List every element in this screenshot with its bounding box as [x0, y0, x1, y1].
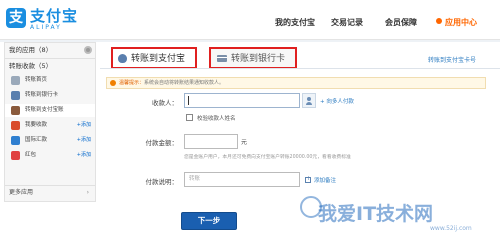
chevron-right-icon: ›: [86, 189, 89, 196]
memo-input[interactable]: 转账: [184, 172, 300, 187]
watermark-text: 我爱IT技术网: [318, 203, 434, 225]
gear-icon[interactable]: [84, 46, 92, 54]
tab-transfer-to-alipay[interactable]: 转账到支付宝: [111, 47, 197, 69]
sidebar-item-intl-remit[interactable]: 国际汇款 +添加: [5, 134, 95, 147]
payee-input[interactable]: [184, 93, 300, 108]
add-multiple-payees-link[interactable]: + 向多人付款: [320, 97, 354, 105]
sidebar-item-bank-card[interactable]: 转账到银行卡: [5, 89, 95, 102]
sidebar-more-label: 更多应用: [9, 189, 34, 196]
fee-hint: 您是金账户用户，本月还可免费向支付宝账户转账20000.00元，看看收费标准: [184, 155, 351, 160]
currency-unit: 元: [241, 139, 248, 146]
add-link[interactable]: +添加: [77, 134, 91, 147]
globe-icon: [11, 136, 20, 145]
sidebar-item-receive[interactable]: 我要收款 +添加: [5, 119, 95, 132]
sidebar-apps-title[interactable]: 我的应用（8）: [5, 43, 95, 57]
home-icon: [11, 76, 20, 85]
nav-transactions[interactable]: 交易记录: [331, 17, 363, 28]
nav-member-protection[interactable]: 会员保障: [385, 17, 417, 28]
plus-icon[interactable]: [305, 175, 311, 183]
amount-input[interactable]: [184, 134, 238, 149]
transfer-to-card-number-link[interactable]: 转账到支付宝卡号: [428, 55, 476, 64]
amount-label: 付款金额：: [145, 139, 179, 147]
sidebar-item-label: 转账到支付宝账: [25, 107, 64, 113]
sidebar-apps-label: 我的应用（8）: [9, 46, 53, 54]
tab-label: 转账到银行卡: [231, 54, 286, 64]
nav-my-alipay[interactable]: 我的支付宝: [275, 17, 315, 28]
notice-label: 温馨提示：: [119, 80, 145, 86]
app-center-dot-icon: [436, 18, 442, 24]
receive-money-icon: [11, 121, 20, 130]
sidebar-item-transfer-home[interactable]: 转账首页: [5, 74, 95, 87]
sidebar-item-label: 转账到银行卡: [25, 92, 59, 98]
tab-divider: [100, 68, 500, 69]
tab-label: 转账到支付宝: [131, 54, 186, 64]
sidebar: 我的应用（8） 转账收款（5） 转账首页 转账到银行卡 转账到支付宝账 我要收款…: [4, 42, 96, 202]
verify-name-checkbox[interactable]: [186, 114, 193, 121]
bank-card-icon: [217, 55, 227, 62]
sidebar-transfer-section[interactable]: 转账收款（5）: [5, 58, 95, 72]
shield-icon: [118, 54, 127, 63]
next-step-button[interactable]: 下一步: [181, 212, 237, 230]
warning-icon: [110, 80, 116, 86]
notice-text: 系统会自动将转账结果通知收款人。: [144, 80, 225, 86]
nav-app-center-label: 应用中心: [445, 18, 477, 27]
add-link[interactable]: +添加: [77, 149, 91, 162]
watermark-url: www.52ij.com: [430, 225, 472, 232]
memo-label: 付款说明：: [145, 178, 179, 186]
alipay-transfer-icon: [11, 106, 20, 115]
add-link[interactable]: +添加: [77, 119, 91, 132]
sidebar-item-label: 国际汇款: [25, 137, 48, 143]
sidebar-item-alipay-transfer[interactable]: 转账到支付宝账: [5, 104, 95, 117]
alipay-logo[interactable]: 支 支付宝 ALIPAY: [6, 4, 106, 36]
sidebar-item-label: 转账首页: [25, 77, 48, 83]
red-envelope-icon: [11, 151, 20, 160]
contacts-icon[interactable]: [302, 93, 316, 108]
sidebar-more-apps[interactable]: 更多应用 ›: [5, 185, 95, 198]
logo-subtext: ALIPAY: [30, 24, 62, 31]
alipay-logo-icon: 支: [6, 8, 26, 28]
add-note-link[interactable]: 添加备注: [314, 176, 336, 184]
sidebar-item-red-envelope[interactable]: 红包 +添加: [5, 149, 95, 162]
nav-app-center[interactable]: 应用中心: [436, 17, 477, 28]
sidebar-item-label: 红包: [25, 152, 37, 158]
notice-bar: 温馨提示：系统会自动将转账结果通知收款人。: [106, 77, 486, 89]
payee-label: 收款人：: [152, 99, 178, 107]
tab-transfer-to-bank[interactable]: 转账到银行卡: [209, 47, 297, 69]
verify-name-label: 校验收款人姓名: [197, 116, 236, 122]
sidebar-item-label: 我要收款: [25, 122, 48, 128]
bank-card-icon: [11, 91, 20, 100]
text-caret: [188, 96, 189, 105]
logo-text: 支付宝: [30, 7, 79, 25]
